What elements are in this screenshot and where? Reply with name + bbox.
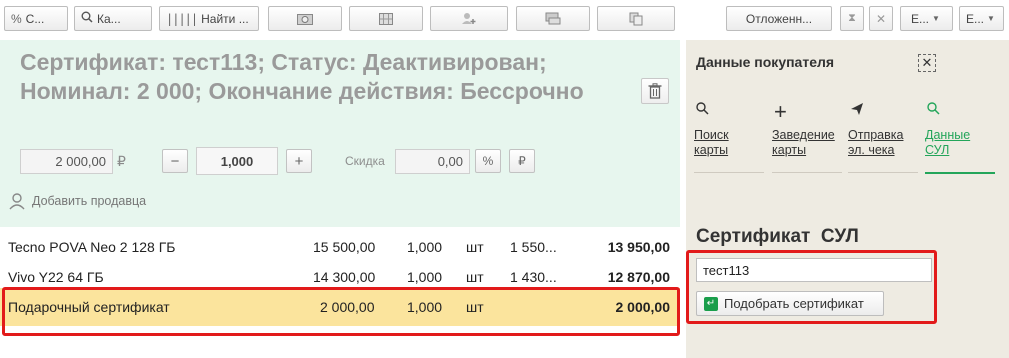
- cancel-button[interactable]: ✕: [869, 6, 893, 31]
- trash-icon: [648, 83, 662, 99]
- payment-terminal-icon: [545, 12, 561, 25]
- ruble-icon: ₽: [518, 154, 526, 168]
- percent-icon: %: [11, 11, 22, 26]
- decrease-quantity-button[interactable]: −: [162, 149, 188, 173]
- user-icon: [9, 193, 25, 210]
- toolbar: % С... Ка... ||||| Найти ... Отложенн...…: [0, 0, 1009, 38]
- search-icon: [925, 102, 999, 128]
- action-underline: [848, 172, 918, 173]
- discount-field[interactable]: 0,00: [395, 149, 470, 174]
- action-label: Отправка: [848, 128, 904, 142]
- close-icon: ✕: [875, 11, 887, 26]
- currency-sign: ₽: [117, 153, 126, 169]
- item-discount: 1 550...: [510, 239, 557, 255]
- item-price: 14 300,00: [313, 269, 376, 285]
- price-value: 2 000,00: [55, 154, 106, 169]
- delete-button[interactable]: [641, 78, 669, 104]
- percent-discount-button[interactable]: % С...: [4, 6, 68, 31]
- item-qty: 1,000: [407, 239, 443, 255]
- minus-icon: −: [170, 152, 180, 170]
- item-sum: 12 870,00: [607, 269, 670, 285]
- send-receipt-action[interactable]: Отправка эл. чека: [848, 102, 922, 173]
- plus-icon: +: [294, 152, 304, 170]
- action-underline: [772, 172, 842, 173]
- item-name: Tecno POVA Neo 2 128 ГБ: [8, 239, 176, 255]
- close-panel-button[interactable]: ✕: [918, 54, 936, 72]
- discount-value: 0,00: [437, 154, 463, 169]
- create-card-action[interactable]: + Заведение карты: [772, 99, 846, 173]
- sul-certificate-title: Сертификат СУЛ: [696, 226, 859, 247]
- action-label: эл. чека: [848, 143, 895, 157]
- search-card-button[interactable]: Ка...: [74, 6, 152, 31]
- add-user-icon: [462, 13, 476, 24]
- ruble-discount-toggle[interactable]: ₽: [509, 149, 535, 173]
- e-menu-button-1[interactable]: Е... ▼: [900, 6, 953, 31]
- item-unit: шт: [466, 239, 484, 255]
- calculator-button[interactable]: [349, 6, 423, 31]
- percent-icon: %: [482, 154, 494, 168]
- percent-discount-toggle[interactable]: %: [475, 149, 501, 173]
- chevron-down-icon: ▼: [987, 14, 995, 23]
- item-unit: шт: [466, 269, 484, 285]
- close-icon: ✕: [921, 55, 933, 70]
- increase-quantity-button[interactable]: +: [286, 149, 312, 173]
- action-underline: [925, 172, 995, 174]
- percent-discount-label: С...: [25, 11, 45, 26]
- add-seller-label: Добавить продавца: [32, 194, 147, 208]
- item-discount: 1 430...: [510, 269, 557, 285]
- annotation-highlight-row: [2, 287, 680, 336]
- add-seller-link[interactable]: Добавить продавца: [8, 192, 146, 210]
- annotation-highlight-sul: [686, 250, 937, 324]
- camera-button[interactable]: [268, 6, 342, 31]
- action-label: карты: [694, 143, 729, 157]
- action-label: Данные: [925, 128, 971, 142]
- deferred-button[interactable]: Отложенн...: [726, 6, 832, 31]
- add-user-button[interactable]: [430, 6, 508, 31]
- calculator-icon: [379, 12, 393, 25]
- action-label: Заведение: [772, 128, 835, 142]
- certificate-title: Сертификат: тест113; Статус: Деактивиров…: [20, 49, 584, 104]
- search-card-label: Ка...: [97, 11, 121, 26]
- action-label: карты: [772, 143, 807, 157]
- quantity-field[interactable]: 1,000: [196, 147, 278, 175]
- search-icon: [694, 102, 768, 128]
- copy-button[interactable]: [597, 6, 675, 31]
- e-menu-label-1: Е...: [911, 11, 930, 26]
- barcode-icon: |||||: [166, 11, 198, 26]
- plus-icon: +: [774, 99, 787, 124]
- payment-terminal-button[interactable]: [516, 6, 590, 31]
- certificate-header: Сертификат: тест113; Статус: Деактивиров…: [0, 40, 680, 227]
- camera-icon: [297, 13, 313, 25]
- hourglass-button[interactable]: ⧗: [840, 6, 864, 31]
- copy-icon: [629, 12, 643, 25]
- send-icon: [848, 102, 922, 128]
- action-underline: [694, 172, 764, 173]
- item-price: 15 500,00: [313, 239, 376, 255]
- e-menu-label-2: Е...: [966, 11, 985, 26]
- action-label: Поиск: [694, 128, 729, 142]
- price-field[interactable]: 2 000,00: [20, 149, 113, 174]
- action-label: СУЛ: [925, 143, 950, 157]
- quantity-value: 1,000: [220, 153, 254, 169]
- deferred-label: Отложенн...: [745, 11, 813, 26]
- find-by-barcode-button[interactable]: ||||| Найти ...: [159, 6, 259, 31]
- table-row[interactable]: Tecno POVA Neo 2 128 ГБ 15 500,00 1,000 …: [0, 232, 680, 262]
- discount-label: Скидка: [345, 154, 385, 168]
- item-name: Vivo Y22 64 ГБ: [8, 269, 104, 285]
- search-card-action[interactable]: Поиск карты: [694, 102, 768, 173]
- e-menu-button-2[interactable]: Е... ▼: [959, 6, 1004, 31]
- find-by-barcode-label: Найти ...: [201, 11, 249, 26]
- item-sum: 13 950,00: [607, 239, 670, 255]
- item-qty: 1,000: [407, 269, 443, 285]
- sul-data-action[interactable]: Данные СУЛ: [925, 102, 999, 174]
- hourglass-icon: ⧗: [848, 12, 856, 24]
- customer-panel-title: Данные покупателя: [696, 54, 835, 70]
- chevron-down-icon: ▼: [932, 14, 940, 23]
- search-icon: [81, 11, 93, 26]
